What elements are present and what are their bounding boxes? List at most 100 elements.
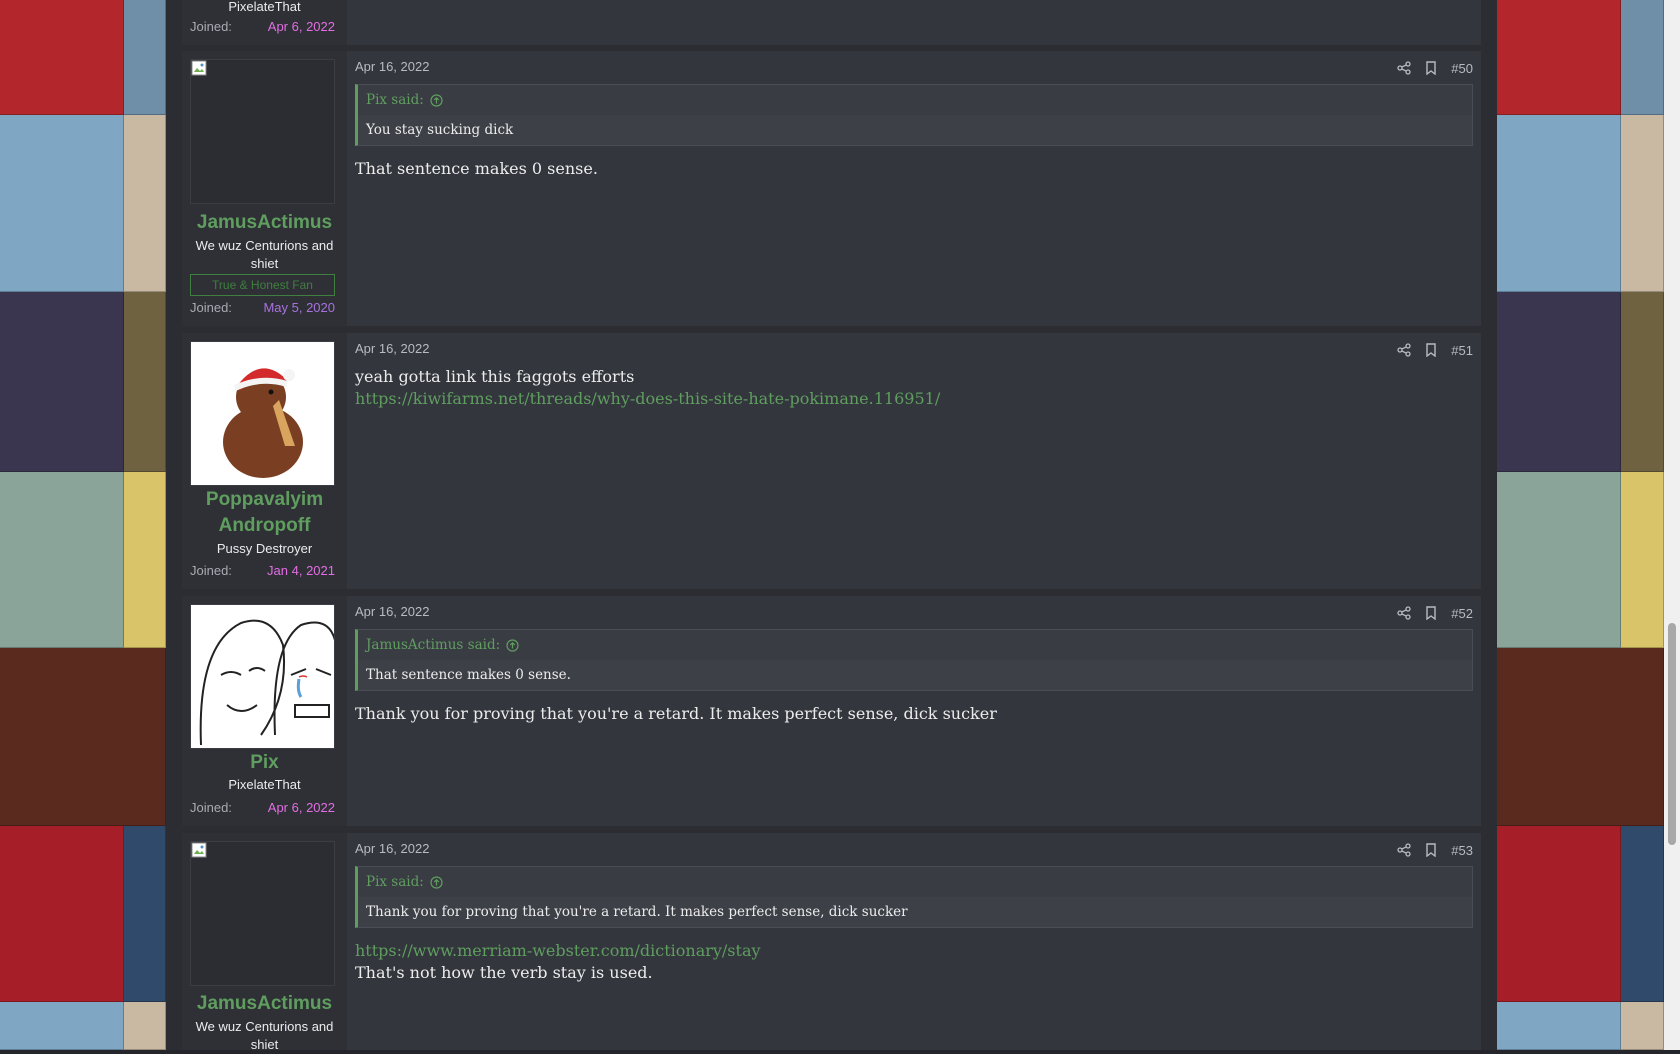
- joined-label: Joined:: [190, 19, 232, 34]
- user-title: Pussy Destroyer: [216, 541, 313, 556]
- post-actions: #50: [1397, 59, 1473, 77]
- bg-tile: [1497, 0, 1621, 115]
- post-partial: PixelateThat Joined: Apr 6, 2022: [182, 0, 1481, 45]
- post-53: JamusActimus We wuz Centurions and shiet…: [182, 833, 1481, 1052]
- share-icon[interactable]: [1397, 61, 1411, 75]
- post-51: Poppavalyim Andropoff Pussy Destroyer Jo…: [182, 333, 1481, 589]
- user-info: PixelateThat Joined: Apr 6, 2022: [182, 0, 347, 45]
- message-text: yeah gotta link this faggots efforts: [355, 367, 635, 386]
- avatar[interactable]: [190, 59, 335, 204]
- message-link[interactable]: https://www.merriam-webster.com/dictiona…: [355, 940, 1473, 962]
- bg-tile: [124, 0, 166, 115]
- user-title: We wuz Centurions and shiet: [195, 1019, 334, 1052]
- user-title: We wuz Centurions and shiet: [195, 238, 334, 271]
- bookmark-icon[interactable]: [1425, 843, 1437, 857]
- post-date[interactable]: Apr 16, 2022: [355, 341, 429, 356]
- post-main: Apr 16, 2022 #51 yeah gotta link this fa…: [347, 333, 1481, 589]
- page-scrollbar[interactable]: [1664, 0, 1680, 1050]
- bg-tile: [124, 472, 166, 648]
- bookmark-icon[interactable]: [1425, 61, 1437, 75]
- message-link[interactable]: https://kiwifarms.net/threads/why-does-t…: [355, 388, 1473, 410]
- quote-block: JamusActimus said: That sentence makes 0…: [355, 629, 1473, 691]
- post-number[interactable]: #51: [1451, 343, 1473, 358]
- broken-image-icon: [191, 842, 207, 858]
- post-number[interactable]: #50: [1451, 61, 1473, 76]
- message-text: Thank you for proving that you're a reta…: [355, 704, 997, 723]
- bg-tile: [1621, 472, 1664, 648]
- quote-block: Pix said: Thank you for proving that you…: [355, 866, 1473, 928]
- bg-tile: [0, 1002, 124, 1050]
- avatar[interactable]: [190, 841, 335, 986]
- joined-label: Joined:: [190, 300, 232, 315]
- post-main: Apr 16, 2022 #52 JamusActimus said: That…: [347, 596, 1481, 826]
- bg-tile: [1497, 648, 1664, 826]
- post-number[interactable]: #53: [1451, 843, 1473, 858]
- share-icon[interactable]: [1397, 606, 1411, 620]
- quote-author[interactable]: JamusActimus said:: [366, 630, 500, 660]
- quote-author[interactable]: Pix said:: [366, 867, 424, 897]
- username-link[interactable]: Poppavalyim Andropoff: [182, 487, 347, 539]
- bg-tile: [1621, 1002, 1664, 1050]
- bg-tile: [1497, 1002, 1621, 1050]
- bg-tile: [124, 115, 166, 292]
- avatar[interactable]: [190, 341, 335, 486]
- username-link[interactable]: JamusActimus: [182, 210, 347, 236]
- post-date[interactable]: Apr 16, 2022: [355, 604, 429, 619]
- bookmark-icon[interactable]: [1425, 606, 1437, 620]
- post-actions: #52: [1397, 604, 1473, 622]
- bg-tile: [1497, 472, 1621, 648]
- joined-label: Joined:: [190, 563, 232, 578]
- user-banner: True & Honest Fan: [190, 274, 335, 296]
- bg-tile: [1621, 292, 1664, 472]
- user-info: JamusActimus We wuz Centurions and shiet…: [182, 51, 347, 326]
- user-info: JamusActimus We wuz Centurions and shiet: [182, 833, 347, 1052]
- bg-tile: [1497, 826, 1621, 1002]
- share-icon[interactable]: [1397, 343, 1411, 357]
- bookmark-icon[interactable]: [1425, 343, 1437, 357]
- post-main: Apr 16, 2022 #50 Pix said: You stay suck…: [347, 51, 1481, 326]
- post-actions: #53: [1397, 841, 1473, 859]
- message-body: Thank you for proving that you're a reta…: [355, 703, 1473, 725]
- message-text: That sentence makes 0 sense.: [355, 159, 598, 178]
- bg-tile: [1621, 115, 1664, 292]
- message-body: https://www.merriam-webster.com/dictiona…: [355, 940, 1473, 984]
- quote-header[interactable]: Pix said:: [358, 85, 1472, 115]
- bg-tile: [124, 826, 166, 1002]
- username-line-2[interactable]: Andropoff: [182, 513, 347, 539]
- message-body: yeah gotta link this faggots efforts htt…: [355, 366, 1473, 410]
- bg-tile: [0, 115, 124, 292]
- quote-author[interactable]: Pix said:: [366, 85, 424, 115]
- share-icon[interactable]: [1397, 843, 1411, 857]
- quote-header[interactable]: Pix said:: [358, 867, 1472, 897]
- broken-image-icon: [191, 60, 207, 76]
- arrow-up-circle-icon[interactable]: [506, 638, 519, 652]
- post-actions: #51: [1397, 341, 1473, 359]
- post-date[interactable]: Apr 16, 2022: [355, 841, 429, 856]
- post-date[interactable]: Apr 16, 2022: [355, 59, 429, 74]
- username-link[interactable]: JamusActimus: [182, 991, 347, 1017]
- joined-label: Joined:: [190, 800, 232, 815]
- username-link[interactable]: Pix: [182, 750, 347, 776]
- post-number[interactable]: #52: [1451, 606, 1473, 621]
- joined-date: May 5, 2020: [263, 300, 335, 315]
- bg-tile: [124, 292, 166, 472]
- quote-text: Thank you for proving that you're a reta…: [358, 897, 1472, 927]
- joined-date: Apr 6, 2022: [267, 800, 335, 815]
- avatar[interactable]: [190, 604, 335, 749]
- arrow-up-circle-icon[interactable]: [430, 875, 443, 889]
- arrow-up-circle-icon[interactable]: [430, 93, 443, 107]
- bg-tile: [0, 472, 124, 648]
- kiwi-bird-santa-hat-icon: [223, 368, 303, 478]
- joined-date: Jan 4, 2021: [267, 563, 335, 578]
- username-line-1[interactable]: Poppavalyim: [182, 487, 347, 513]
- joined-date: Apr 6, 2022: [267, 19, 335, 34]
- post-52: Pix PixelateThat Joined: Apr 6, 2022 Apr…: [182, 596, 1481, 826]
- user-info: Poppavalyim Andropoff Pussy Destroyer Jo…: [182, 333, 347, 589]
- quote-text: That sentence makes 0 sense.: [358, 660, 1472, 690]
- message-text: That's not how the verb stay is used.: [355, 963, 653, 982]
- post-main: Apr 16, 2022 #53 Pix said: Thank you for…: [347, 833, 1481, 1050]
- scrollbar-thumb[interactable]: [1668, 623, 1676, 845]
- bg-tile: [0, 0, 124, 115]
- bg-tile: [124, 1002, 166, 1050]
- quote-header[interactable]: JamusActimus said:: [358, 630, 1472, 660]
